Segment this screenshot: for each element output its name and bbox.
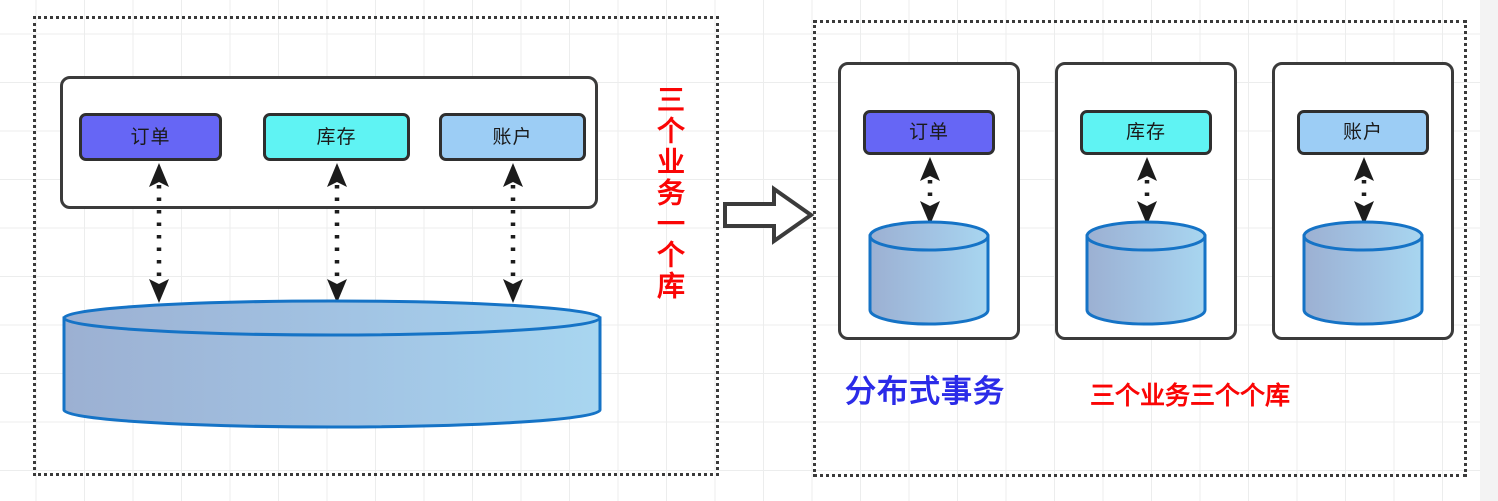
- service-chip-inventory[interactable]: 库存: [263, 113, 410, 161]
- annotation-distributed-transaction: 分布式事务: [845, 374, 1005, 410]
- service-chip-account[interactable]: 账户: [439, 113, 586, 161]
- annotation-three-services-three-dbs: 三个业务三个个库: [1090, 381, 1291, 410]
- database-cylinder-account: [1302, 220, 1424, 327]
- dotted-double-arrow-inventory: [317, 163, 357, 303]
- annotation-three-services-one-db: 三个业务一个库: [653, 85, 686, 302]
- database-cylinder-order: [868, 220, 990, 327]
- service-chip-inventory-right[interactable]: 库存: [1080, 110, 1212, 155]
- database-cylinder-inventory: [1085, 220, 1207, 327]
- block-arrow-right-icon: [722, 185, 815, 245]
- service-chip-order[interactable]: 订单: [79, 113, 222, 161]
- diagram-canvas: 订单 库存 账户 三个业务一个库 订单 库存 账户 分布式事务 三个业务三个个库: [0, 0, 1498, 501]
- dotted-double-arrow-inventory-right: [1127, 157, 1167, 225]
- dotted-double-arrow-account-right: [1344, 157, 1384, 225]
- service-chip-order-right[interactable]: 订单: [863, 110, 995, 155]
- service-chip-account-right[interactable]: 账户: [1297, 110, 1429, 155]
- dotted-double-arrow-account: [493, 163, 533, 303]
- dotted-double-arrow-order-right: [910, 157, 950, 225]
- dotted-double-arrow-order: [139, 163, 179, 303]
- right-gutter: [1480, 0, 1498, 501]
- shared-database-cylinder: [62, 299, 602, 429]
